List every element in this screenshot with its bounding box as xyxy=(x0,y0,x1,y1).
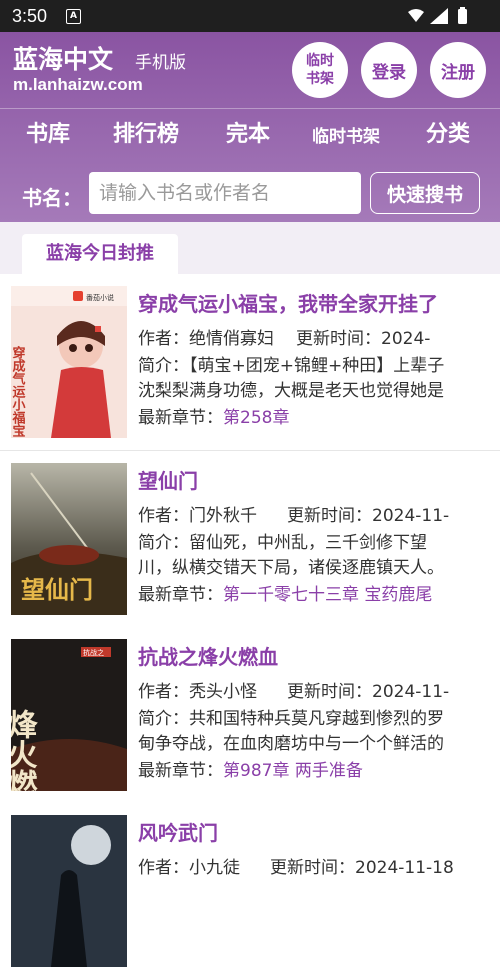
book-meta: 作者：秃头小怪 更新时间：2024-11- xyxy=(138,677,492,702)
cover-brand: 番茄小说 xyxy=(86,293,114,302)
book-item[interactable]: 番茄小说 穿成气运小福宝 我带全家开挂了 穿成气运小福宝，我带全家开挂了 作者：… xyxy=(0,274,500,451)
temp-bookshelf-button[interactable]: 临时 书架 xyxy=(292,42,348,98)
quick-search-button[interactable]: 快速搜书 xyxy=(370,172,480,214)
nav-library[interactable]: 书库 xyxy=(26,116,70,148)
book-title[interactable]: 穿成气运小福宝，我带全家开挂了 xyxy=(138,288,438,317)
book-item[interactable]: 风吟武门 作者：小九徒 更新时间：2024-11-18 xyxy=(0,803,500,967)
battery-icon xyxy=(458,9,467,24)
tab-today-recommend[interactable]: 蓝海今日封推 xyxy=(22,234,178,274)
latest-label: 最新章节： xyxy=(138,761,223,781)
latest-chapter-link[interactable]: 第258章 xyxy=(223,408,289,428)
signal-icon xyxy=(430,8,448,24)
intro-label: 简介： xyxy=(138,356,189,376)
system-status-icons xyxy=(408,7,467,24)
book-updated: 2024-11- xyxy=(372,506,450,526)
cover-title: 望仙门 xyxy=(21,576,93,604)
latest-label: 最新章节： xyxy=(138,585,223,605)
book-intro-2: 川，纵横交错天下局，诸侯逐鹿镇天人。 xyxy=(138,558,444,578)
book-latest: 最新章节：第987章 两手准备 xyxy=(138,756,492,781)
cover-small-title: 抗战之 xyxy=(83,648,104,657)
book-cover[interactable] xyxy=(11,815,127,967)
intro-label: 简介： xyxy=(138,709,189,729)
cover-title: 烽火燃血 xyxy=(11,709,38,791)
site-domain: m.lanhaizw.com xyxy=(13,75,143,94)
wifi-icon xyxy=(408,9,424,22)
book-meta: 作者：小九徒 更新时间：2024-11-18 xyxy=(138,853,492,878)
latest-chapter-link[interactable]: 第987章 两手准备 xyxy=(223,761,363,781)
site-title[interactable]: 蓝海中文 xyxy=(13,40,113,76)
temp-bookshelf-label-2: 书架 xyxy=(306,71,334,87)
updated-label: 更新时间： xyxy=(287,506,372,526)
updated-label: 更新时间： xyxy=(287,682,372,702)
book-meta: 作者：绝情俏寡妇 更新时间：2024- xyxy=(138,324,492,349)
book-intro: 简介：共和国特种兵莫凡穿越到惨烈的罗 xyxy=(138,704,492,729)
book-intro: 简介：留仙死，中州乱，三千剑修下望 xyxy=(138,528,492,553)
updated-label: 更新时间： xyxy=(296,329,381,349)
book-intro: 简介：【萌宝+团宠+锦鲤+种田】上辈子 xyxy=(138,351,492,376)
author-label: 作者： xyxy=(138,858,189,878)
author-label: 作者： xyxy=(138,682,189,702)
book-title[interactable]: 风吟武门 xyxy=(138,817,218,846)
search-input[interactable] xyxy=(89,172,361,214)
cover-title: 穿成气运小福宝 我带全家开挂了 xyxy=(11,345,26,438)
login-button[interactable]: 登录 xyxy=(361,42,417,98)
book-latest: 最新章节：第一千零七十三章 宝药鹿尾 xyxy=(138,580,492,605)
temp-bookshelf-label-1: 临时 xyxy=(306,53,334,69)
book-title[interactable]: 望仙门 xyxy=(138,465,198,494)
site-subtitle: 手机版 xyxy=(135,53,186,73)
book-updated: 2024-11- xyxy=(372,682,450,702)
search-label: 书名： xyxy=(22,186,82,210)
updated-label: 更新时间： xyxy=(270,858,355,878)
author-label: 作者： xyxy=(138,329,189,349)
book-updated: 2024- xyxy=(381,329,431,349)
latest-chapter-link[interactable]: 第一千零七十三章 宝药鹿尾 xyxy=(223,585,432,605)
book-author: 秃头小怪 xyxy=(189,682,257,702)
book-author: 门外秋千 xyxy=(189,506,257,526)
status-bar: 3:50 A xyxy=(0,0,500,32)
book-cover[interactable]: 望仙门 xyxy=(11,463,127,615)
book-cover[interactable]: 番茄小说 穿成气运小福宝 我带全家开挂了 xyxy=(11,286,127,438)
nav-temp-bookshelf[interactable]: 临时书架 xyxy=(312,122,380,147)
header-divider xyxy=(0,108,500,109)
author-label: 作者： xyxy=(138,506,189,526)
status-time: 3:50 xyxy=(12,6,48,26)
book-author: 小九徒 xyxy=(189,858,240,878)
book-intro-1: 留仙死，中州乱，三千剑修下望 xyxy=(189,533,427,553)
nav-rankings[interactable]: 排行榜 xyxy=(113,116,179,148)
book-latest: 最新章节：第258章 xyxy=(138,403,492,428)
site-header: 蓝海中文 手机版 m.lanhaizw.com 临时 书架 登录 注册 书库 排行… xyxy=(0,32,500,222)
book-title[interactable]: 抗战之烽火燃血 xyxy=(138,641,278,670)
register-button[interactable]: 注册 xyxy=(430,42,486,98)
book-item[interactable]: 抗战之 烽火燃血 抗战之烽火燃血 作者：秃头小怪更新时间：2024-11- 简介… xyxy=(0,627,500,804)
book-intro-1: 【萌宝+团宠+锦鲤+种田】上辈子 xyxy=(189,356,445,376)
app-notification-icon: A xyxy=(66,9,81,24)
book-intro-2: 沈梨梨满身功德，大概是老天也觉得她是 xyxy=(138,381,444,401)
book-intro-2: 甸争夺战，在血肉磨坊中与一个个鲜活的 xyxy=(138,734,444,754)
book-updated: 2024-11-18 xyxy=(355,858,454,878)
nav-completed[interactable]: 完本 xyxy=(226,116,270,148)
intro-label: 简介： xyxy=(138,533,189,553)
book-item[interactable]: 望仙门 望仙门 作者：门外秋千 更新时间：2024-11- 简介：留仙死，中州乱，… xyxy=(0,451,500,628)
book-author: 绝情俏寡妇 xyxy=(189,329,274,349)
book-intro-1: 共和国特种兵莫凡穿越到惨烈的罗 xyxy=(189,709,444,729)
nav-categories[interactable]: 分类 xyxy=(426,116,470,148)
book-cover[interactable]: 抗战之 烽火燃血 xyxy=(11,639,127,791)
book-meta: 作者：门外秋千 更新时间：2024-11- xyxy=(138,501,492,526)
latest-label: 最新章节： xyxy=(138,408,223,428)
